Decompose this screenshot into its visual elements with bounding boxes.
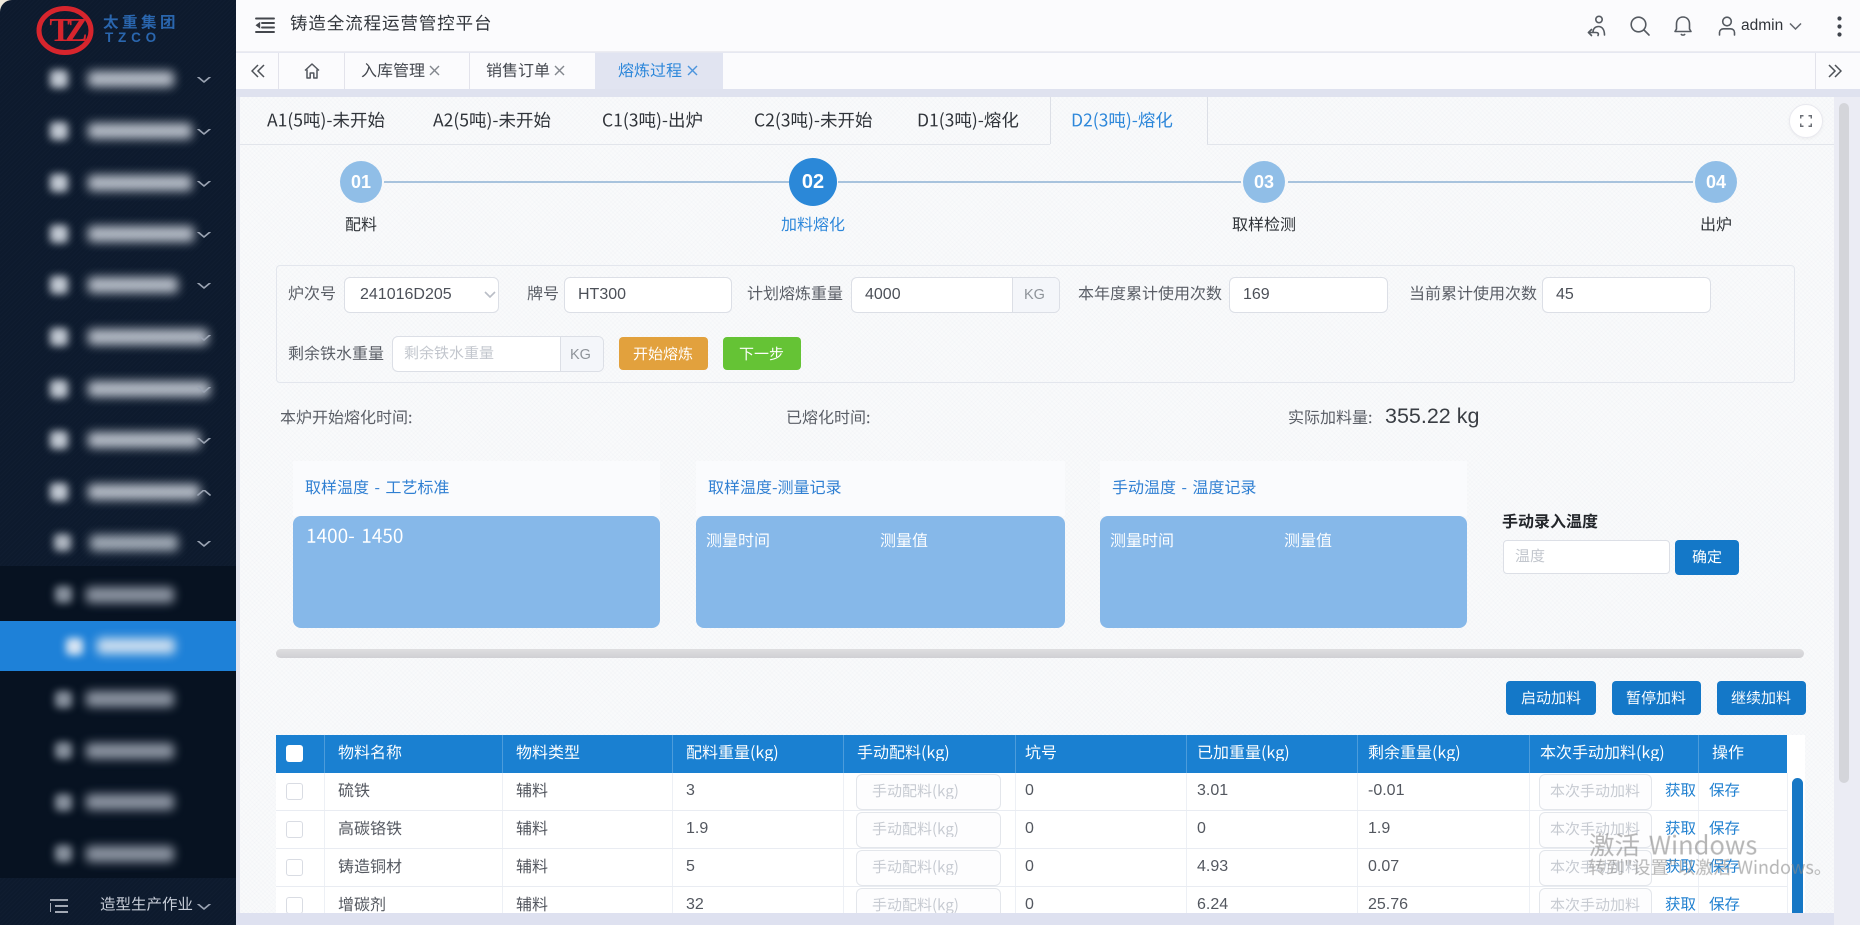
- svg-text:TZ: TZ: [49, 12, 86, 49]
